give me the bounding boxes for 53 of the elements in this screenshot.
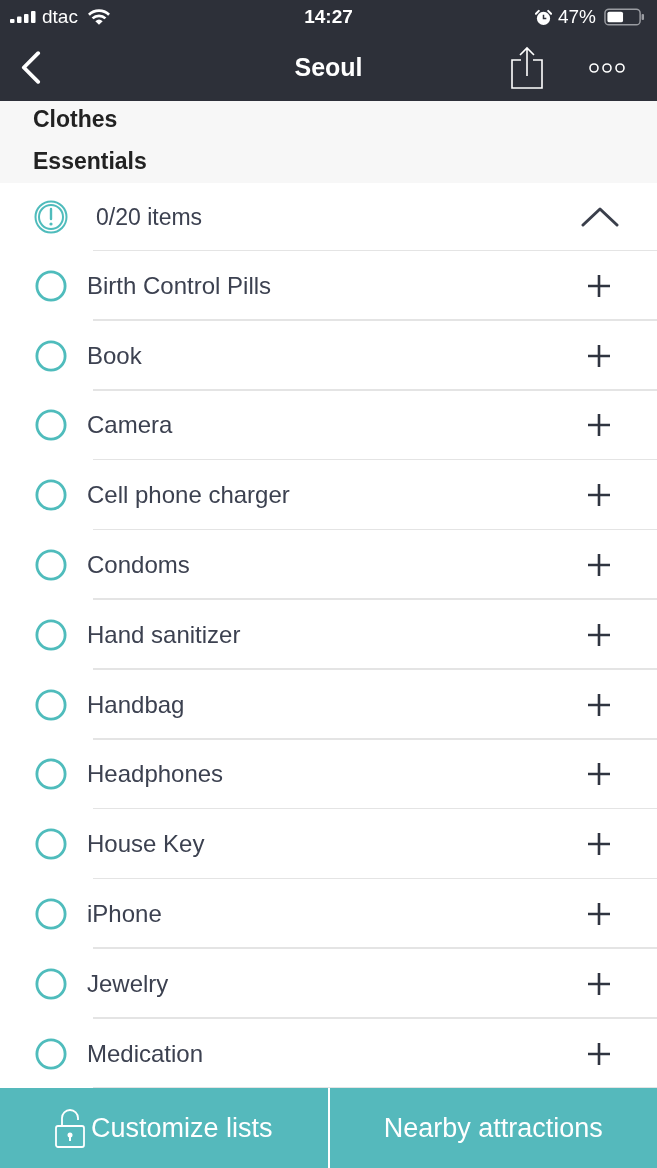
item-label: Headphones bbox=[87, 760, 224, 789]
plus-icon[interactable] bbox=[587, 622, 611, 647]
item-label: House Key bbox=[87, 830, 205, 859]
checkbox-circle[interactable] bbox=[35, 479, 67, 512]
item-label: Handbag bbox=[87, 690, 185, 719]
plus-icon[interactable] bbox=[587, 971, 611, 996]
signal-icon bbox=[10, 11, 36, 23]
plus-icon[interactable] bbox=[587, 832, 611, 857]
exclamation-circle-icon bbox=[34, 200, 68, 234]
checkbox-circle[interactable] bbox=[35, 688, 67, 721]
item-label: Camera bbox=[87, 411, 173, 440]
alarm-clock-icon bbox=[534, 8, 552, 26]
checkbox-circle[interactable] bbox=[35, 828, 67, 861]
plus-icon[interactable] bbox=[587, 483, 611, 508]
section-title[interactable]: Clothes bbox=[33, 103, 118, 135]
checkbox-circle[interactable] bbox=[35, 898, 67, 931]
plus-icon[interactable] bbox=[587, 692, 611, 717]
carrier-name: dtac bbox=[42, 6, 78, 28]
item-label: Book bbox=[87, 341, 142, 370]
item-label: Condoms bbox=[87, 551, 190, 580]
checkbox-circle[interactable] bbox=[35, 409, 67, 442]
item-label: Cell phone charger bbox=[87, 481, 290, 510]
status-time: 14:27 bbox=[304, 6, 353, 28]
item-label: Birth Control Pills bbox=[87, 271, 272, 300]
plus-icon[interactable] bbox=[587, 762, 611, 787]
item-label: Hand sanitizer bbox=[87, 620, 241, 649]
item-label: iPhone bbox=[87, 900, 162, 929]
checkbox-circle[interactable] bbox=[35, 339, 67, 372]
screen-title: Seoul bbox=[294, 53, 363, 82]
checkbox-circle[interactable] bbox=[35, 618, 67, 651]
plus-icon[interactable] bbox=[587, 413, 611, 438]
plus-icon[interactable] bbox=[587, 553, 611, 578]
section-title[interactable]: Essentials bbox=[33, 145, 147, 177]
item-label: Medication bbox=[87, 1039, 204, 1068]
checkbox-circle[interactable] bbox=[35, 1037, 67, 1070]
checkbox-circle[interactable] bbox=[35, 967, 67, 1000]
collapse-chevron-icon[interactable] bbox=[581, 207, 619, 227]
item-count: 0/20 items bbox=[96, 203, 203, 231]
checkbox-circle[interactable] bbox=[35, 269, 67, 302]
more-icon[interactable] bbox=[589, 61, 625, 74]
wifi-icon bbox=[87, 9, 110, 25]
battery-icon bbox=[604, 8, 645, 26]
plus-icon[interactable] bbox=[587, 1041, 611, 1066]
unlocked-padlock-icon bbox=[54, 1108, 85, 1148]
checkbox-circle[interactable] bbox=[35, 549, 67, 582]
checkbox-circle[interactable] bbox=[35, 758, 67, 791]
plus-icon[interactable] bbox=[587, 902, 611, 927]
plus-icon[interactable] bbox=[587, 343, 611, 368]
share-icon[interactable] bbox=[511, 46, 543, 89]
plus-icon[interactable] bbox=[587, 273, 611, 298]
battery-percent: 47% bbox=[557, 6, 596, 28]
back-icon[interactable] bbox=[20, 51, 41, 84]
item-label: Jewelry bbox=[87, 969, 169, 998]
